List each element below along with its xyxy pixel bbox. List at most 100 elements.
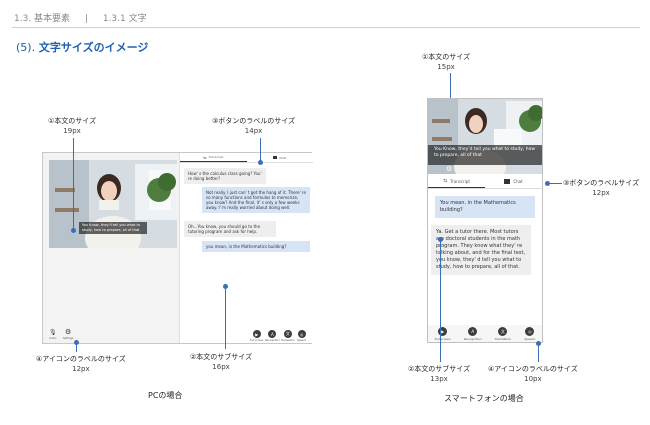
pc-caption: PCの場合: [148, 391, 183, 400]
pc-recognition-control[interactable]: A Recognition: [265, 330, 280, 342]
microphone-icon: 🎙: [49, 329, 57, 336]
control-label: Recognition: [463, 337, 482, 341]
control-label: Translation: [494, 337, 512, 341]
annotation-size: 15px: [437, 63, 455, 71]
phone-mockup: You Know, they'd tell you what to study,…: [427, 98, 543, 343]
breadcrumb-chapter: 1.3. 基本要素: [14, 14, 71, 24]
control-label: Full screen: [434, 337, 451, 341]
phone-tab-chat[interactable]: Chat: [485, 175, 542, 188]
phone-annotation-marker-button: [545, 181, 550, 186]
phone-speech-control[interactable]: ◎ Speech: [524, 327, 535, 341]
pc-video-image: [49, 160, 177, 248]
pc-chat-panel: ⇆ Transcript Chat How' s the calculus cl…: [179, 153, 313, 343]
pc-speech-control[interactable]: ◎ Speech: [297, 330, 306, 342]
phone-annotation-icon-label-size: ④アイコンのラベルのサイズ 10px: [488, 364, 578, 384]
pc-annotation-line-sub: [225, 287, 226, 349]
pc-tab-transcript[interactable]: ⇆ Transcript: [180, 153, 247, 162]
annotation-size: 13px: [430, 375, 448, 383]
chat-message: You mean, in the Mathematics building?: [435, 196, 535, 218]
phone-translation-control[interactable]: 文 Translation: [495, 327, 511, 341]
chat-message: How' s the calculus class going? You' re…: [184, 168, 266, 184]
transcript-icon: ⇆: [203, 154, 207, 160]
annotation-label: ③ボタンのラベルのサイズ: [212, 117, 296, 125]
annotation-size: 16px: [212, 363, 230, 371]
play-icon: ▶: [252, 330, 261, 338]
pc-annotation-body-size: ①本文のサイズ 19px: [48, 116, 96, 136]
tab-label: Transcript: [450, 178, 470, 184]
pc-annotation-marker-button: [258, 160, 263, 165]
transcript-icon: ⇆: [443, 178, 448, 184]
breadcrumb-section: 1.3.1 文字: [102, 14, 147, 24]
recognition-icon: A: [268, 330, 277, 338]
page-title-number: (5).: [16, 41, 36, 54]
chat-icon: [504, 179, 511, 184]
translation-icon: 文: [283, 330, 292, 338]
pc-annotation-line-button: [260, 138, 261, 162]
control-label: Full screen: [250, 339, 264, 342]
annotation-size: 12px: [592, 189, 610, 197]
control-label: Speech: [297, 339, 307, 342]
pc-annotation-icon-label-size: ④アイコンのラベルのサイズ 12px: [36, 354, 126, 374]
header-divider: [12, 27, 640, 28]
phone-fullscreen-control[interactable]: ▶ Full screen: [435, 327, 451, 341]
control-label: Translation: [281, 339, 295, 342]
phone-annotation-marker-sub: [438, 237, 443, 242]
control-label: Speech: [524, 337, 536, 341]
control-label: Recognition: [265, 339, 280, 342]
pc-annotation-marker-sub: [223, 284, 228, 289]
annotation-label: ②本文のサブサイズ: [408, 365, 471, 373]
phone-annotation-marker-icon: [536, 341, 541, 346]
phone-annotation-sub-size: ②本文のサブサイズ 13px: [408, 364, 470, 384]
annotation-size: 14px: [244, 127, 263, 135]
phone-tab-bar: ⇆ Transcript Chat: [428, 175, 542, 189]
pc-tab-chat[interactable]: Chat: [247, 153, 314, 162]
page-title-text: 文字サイズのイメージ: [38, 41, 149, 54]
phone-caption: スマートフォンの場合: [444, 394, 524, 403]
phone-tab-transcript[interactable]: ⇆ Transcript: [428, 175, 485, 188]
pc-audio-control[interactable]: 🎙 Audio: [49, 329, 57, 340]
chat-message: you mean, in the Mathematics building?: [202, 241, 310, 252]
pc-video-frame: You Know, they'll tell you what to study…: [49, 160, 177, 248]
annotation-label: ④アイコンのラベルのサイズ: [488, 365, 578, 373]
pc-annotation-marker-icon: [74, 340, 79, 345]
annotation-size: 10px: [524, 375, 542, 383]
phone-video-subtitle: You Know, they'd tell you what to study,…: [428, 145, 542, 165]
gear-icon: ⚙: [64, 328, 72, 336]
chat-message: Not really. I just can' t get the hang o…: [202, 187, 310, 213]
pc-video-subtitle: You Know, they'll tell you what to study…: [79, 222, 147, 234]
breadcrumb-separator: |: [84, 14, 88, 24]
annotation-label: ④アイコンのラベルのサイズ: [36, 355, 126, 363]
page-title: (5). 文字サイズのイメージ: [16, 39, 148, 55]
speech-icon: ◎: [525, 327, 535, 336]
gear-icon: ⚙: [446, 165, 453, 173]
breadcrumb: 1.3. 基本要素 | 1.3.1 文字: [14, 11, 147, 24]
recognition-icon: A: [468, 327, 478, 336]
annotation-size: 12px: [72, 365, 90, 373]
annotation-label: ①本文のサイズ: [48, 117, 97, 125]
phone-annotation-body-size: ①本文のサイズ 15px: [422, 52, 470, 72]
phone-annotation-line-button: [548, 183, 562, 184]
phone-control-bar: ▶ Full screen A Recognition 文 Translatio…: [428, 325, 542, 342]
phone-annotation-button-label-size: ③ボタンのラベルサイズ 12px: [563, 178, 639, 198]
annotation-label: ①本文のサイズ: [422, 53, 471, 61]
chat-icon: [273, 156, 278, 159]
chat-message: Ya. Get a tutor there. Most tutors are d…: [431, 225, 531, 275]
pc-tab-bar: ⇆ Transcript Chat: [180, 153, 313, 163]
pc-fullscreen-control[interactable]: ▶ Full screen: [250, 330, 263, 342]
phone-annotation-line-sub: [440, 240, 441, 362]
annotation-size: 19px: [63, 127, 81, 135]
annotation-label: ③ボタンのラベルサイズ: [563, 179, 640, 187]
tab-label: Chat: [513, 179, 523, 184]
pc-annotation-button-label-size: ③ボタンのラベルのサイズ 14px: [212, 116, 295, 136]
pc-translation-control[interactable]: 文 Translation: [281, 330, 295, 342]
tab-label: Transcript: [208, 155, 224, 159]
translation-icon: 文: [498, 327, 508, 336]
pc-settings-control[interactable]: ⚙ Settings: [63, 328, 73, 341]
pc-annotation-marker-body: [71, 228, 76, 233]
control-label: Audio: [49, 337, 57, 340]
phone-recognition-control[interactable]: A Recognition: [464, 327, 482, 341]
pc-mockup: You Know, they'll tell you what to study…: [42, 152, 313, 344]
chat-message: Oh...You know, you should go to the tuto…: [184, 221, 276, 237]
pc-annotation-sub-size: ②本文のサブサイズ 16px: [190, 352, 252, 372]
pc-annotation-line-body: [73, 138, 74, 230]
